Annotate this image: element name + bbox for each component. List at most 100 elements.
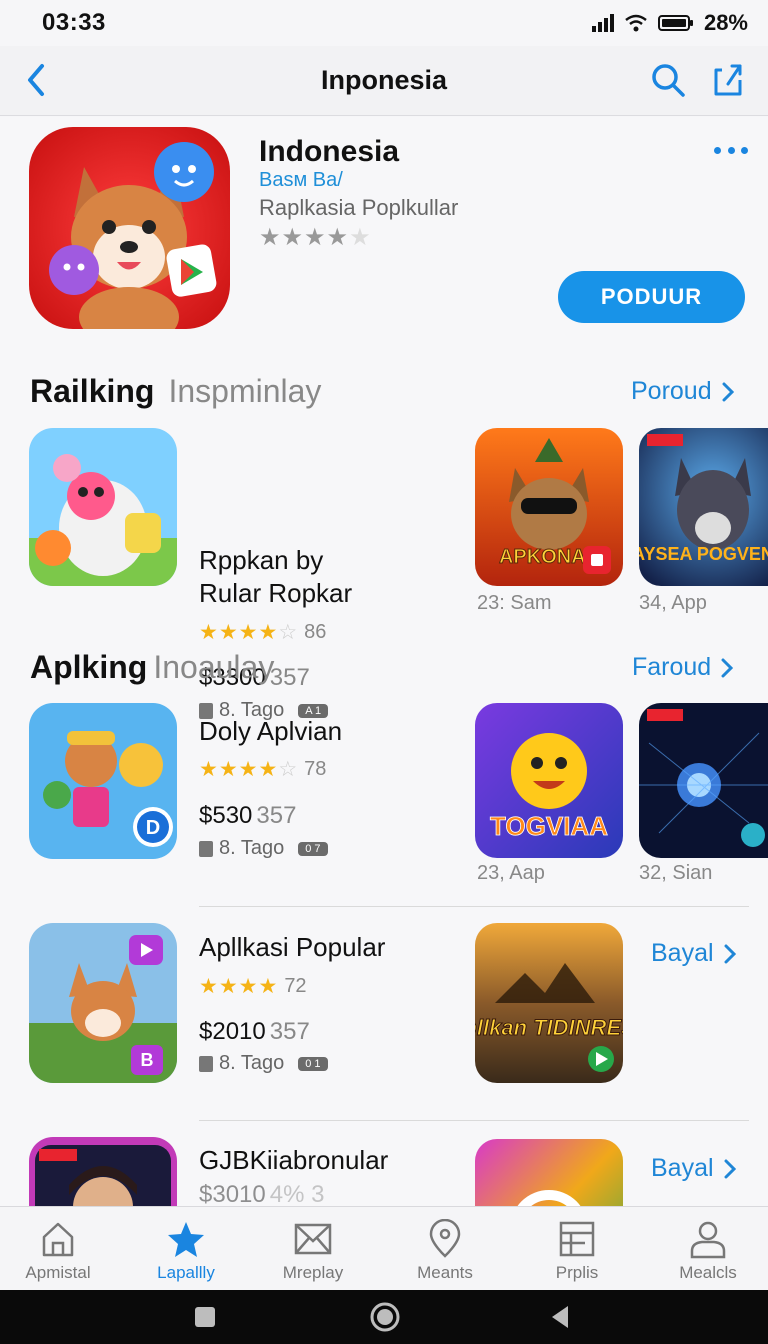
app-detail-content: Indonesia Basм Ba/ Raplkasia Poplkullar … [0, 117, 768, 1207]
hero-app-title: Indonesia [259, 135, 400, 168]
app-rating-2: ★★★★☆ 78 [199, 757, 326, 782]
see-all-label: Poroud [631, 377, 712, 405]
rating-count: 72 [284, 975, 307, 997]
tab-label: Prplis [555, 1263, 599, 1282]
tab-label: Mealcls [679, 1263, 737, 1282]
section-header-ranking: Railking Inspminlay [30, 373, 321, 410]
envelope-icon [294, 1223, 332, 1255]
tab-label: Mreplay [282, 1263, 344, 1282]
status-bar: 03:33 28% [0, 0, 768, 46]
tab-places[interactable]: Meants [390, 1219, 500, 1283]
recent-apps-icon[interactable] [193, 1303, 217, 1331]
tab-label: Apmistal [25, 1263, 91, 1282]
tag-pill: 0 1 [298, 1056, 328, 1071]
app-tag-2: 8. Tago 0 7 [199, 837, 328, 860]
price-extra: 357 [269, 664, 310, 691]
thumb-art-text: Apllkan TIDINRESS [475, 1015, 623, 1040]
app-name-line: Rppkan by [199, 545, 324, 575]
thumb-caption-2: 34, App [639, 592, 707, 614]
search-icon[interactable] [648, 60, 688, 100]
app-rating-1: ★★★★☆ 86 [199, 620, 326, 645]
hero-rating-stars: ★★★★★ [259, 224, 372, 251]
thumb-app-6[interactable] [475, 1139, 623, 1207]
thumb-app-5[interactable]: Apllkan TIDINRESS [475, 923, 623, 1083]
share-icon[interactable] [708, 58, 748, 100]
app-icon-4[interactable] [29, 1137, 177, 1207]
tab-label: Lapallly [157, 1263, 215, 1282]
thumb-app-2[interactable]: AYSEA POGVENS [639, 428, 768, 586]
thumb-app-4[interactable] [639, 703, 768, 858]
side-link-1[interactable]: Bayal [651, 939, 736, 968]
side-link-label: Bayal [651, 939, 714, 967]
bag-icon [199, 840, 213, 857]
thumb-caption-1: 23: Sam [477, 592, 552, 614]
divider [199, 906, 749, 907]
see-all-label: Faroud [632, 653, 712, 681]
signal-icon [591, 14, 614, 32]
battery-percent: 28% [703, 10, 748, 35]
section-subtitle: Inspminlay [168, 373, 322, 409]
star-rating-icons: ★★★★☆ [199, 758, 299, 781]
price-value: $2010 [199, 1018, 266, 1045]
price-extra: 357 [256, 802, 297, 829]
app-price-3: $2010 357 [199, 1018, 310, 1046]
thumb-app-3[interactable]: TOGVIAA [475, 703, 623, 858]
app-price-2: $530 357 [199, 802, 296, 830]
tab-label: Meants [417, 1263, 473, 1282]
section-header-apps: Aplking Inoaulay [30, 649, 274, 686]
app-name-4[interactable]: GJBKiiabronular [199, 1144, 388, 1177]
nav-bar: Inponesia [0, 46, 768, 116]
home-circle-icon[interactable] [369, 1301, 401, 1333]
tab-account[interactable]: Mealcls [653, 1219, 763, 1283]
app-tag-3: 8. Tago 0 1 [199, 1052, 328, 1075]
divider [199, 1120, 749, 1121]
get-button[interactable]: PODUUR [558, 271, 745, 323]
side-link-2[interactable]: Bayal [651, 1154, 736, 1183]
hero-app-icon[interactable] [29, 127, 230, 329]
tab-home[interactable]: Apmistal [3, 1219, 113, 1283]
price-extra: 4% 3 [269, 1181, 325, 1207]
tag-label: 8. Tago [219, 1052, 285, 1074]
thumb-art-text: TOGVIAA [490, 811, 608, 841]
status-icons: 28% [591, 10, 748, 36]
map-pin-icon [429, 1219, 461, 1258]
chevron-right-icon [724, 1159, 736, 1178]
more-options-icon[interactable] [714, 142, 748, 158]
tab-featured[interactable]: Lapallly [131, 1219, 241, 1283]
thumb-caption-3: 23, Aap [477, 862, 545, 884]
tag-label: 8. Tago [219, 837, 285, 859]
app-name-3[interactable]: Apllkasi Popular [199, 931, 385, 964]
section-subtitle: Inoaulay [153, 649, 275, 685]
hero-app-developer[interactable]: Basм Ba/ [259, 169, 343, 192]
rating-count: 86 [304, 621, 327, 643]
home-icon [42, 1222, 74, 1257]
price-extra: 357 [269, 1018, 310, 1045]
price-value: $530 [199, 802, 253, 829]
app-name-line: Rular Ropkar [199, 578, 353, 608]
battery-icon [657, 15, 693, 31]
app-name-1[interactable]: Rppkan by Rular Ropkar [199, 544, 352, 610]
tab-messages[interactable]: Mreplay [258, 1219, 368, 1283]
status-time: 03:33 [42, 9, 106, 36]
thumb-art-text: AYSEA POGVENS [639, 544, 768, 564]
app-icon-3[interactable]: B [29, 923, 177, 1083]
tab-profiles[interactable]: Prplis [522, 1219, 632, 1283]
app-name-2[interactable]: Doly Aplvian [199, 715, 342, 748]
price-value: $3010 [199, 1181, 266, 1207]
app-rating-3: ★★★★ 72 [199, 974, 307, 999]
app-icon-1[interactable] [29, 428, 177, 586]
side-link-label: Bayal [651, 1154, 714, 1182]
section-title: Railking [30, 373, 155, 409]
tab-bar: Apmistal Lapallly Mreplay Meants Prplis … [0, 1206, 768, 1290]
app-icon-2[interactable]: D [29, 703, 177, 859]
grid-icon [559, 1221, 595, 1257]
thumb-app-1[interactable]: APKONAE [475, 428, 623, 586]
chevron-right-icon [722, 382, 734, 401]
chevron-right-icon [724, 944, 736, 963]
hero-app-category: Raplkasia Poplkullar [259, 195, 459, 220]
back-triangle-icon[interactable] [548, 1303, 572, 1331]
see-all-link-2[interactable]: Faroud [632, 653, 734, 682]
chevron-right-icon [721, 658, 734, 677]
star-rating-icons: ★★★★☆ [199, 621, 299, 644]
see-all-link-1[interactable]: Poroud [631, 377, 734, 406]
